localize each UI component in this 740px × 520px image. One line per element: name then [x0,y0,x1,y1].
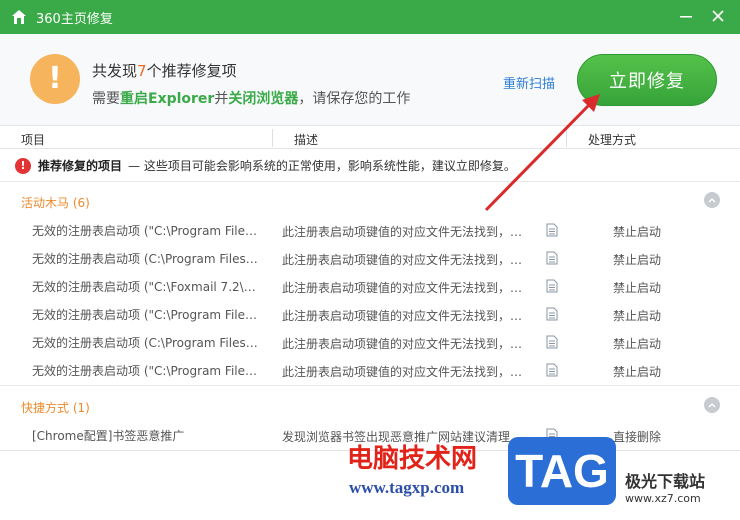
row-action[interactable]: 禁止启动 [613,223,661,240]
row-item: [Chrome配置]书签恶意推广 [32,429,185,443]
document-icon[interactable] [546,223,558,237]
row-action[interactable]: 禁止启动 [613,307,661,324]
table-row[interactable]: 无效的注册表启动项 ("C:\Program Files... 此注册表启动项键… [0,300,740,328]
scan-summary-panel: ! 共发现7个推荐修复项 需要重启Explorer并关闭浏览器，请保存您的工作 … [0,34,740,126]
section-title: 快捷方式 (1) [21,401,90,415]
table-row[interactable]: 无效的注册表启动项 ("C:\Program Files... 此注册表启动项键… [0,356,740,384]
column-item[interactable]: 项目 [21,131,45,148]
collapse-button[interactable] [704,397,720,413]
row-action[interactable]: 禁止启动 [613,335,661,352]
row-description: 此注册表启动项键值的对应文件无法找到，是... [282,337,532,351]
watermark-site-url: www.xz7.com [625,492,701,505]
summary-headline: 共发现7个推荐修复项 [92,62,237,80]
watermark-site: 极光下载站 [625,472,706,491]
close-icon [712,10,724,22]
recommendation-notice: ! 推荐修复的项目 — 这些项目可能会影响系统的正常使用，影响系统性能，建议立即… [0,150,740,182]
row-action[interactable]: 禁止启动 [613,279,661,296]
column-description[interactable]: 描述 [294,131,318,148]
row-item: 无效的注册表启动项 ("C:\Foxmail 7.2\F... [32,280,260,294]
document-icon[interactable] [546,251,558,265]
minimize-button[interactable] [676,6,696,26]
table-row[interactable]: 无效的注册表启动项 ("C:\Foxmail 7.2\F... 此注册表启动项键… [0,272,740,300]
document-icon[interactable] [546,307,558,321]
watermark-url: www.tagxp.com [349,478,465,497]
chevron-up-icon [708,402,716,408]
row-item: 无效的注册表启动项 ("C:\Program Files... [32,364,260,378]
rescan-link[interactable]: 重新扫描 [503,73,555,92]
document-icon[interactable] [546,279,558,293]
window-title: 360主页修复 [36,11,113,27]
row-description: 此注册表启动项键值的对应文件无法找到，是... [282,281,532,295]
row-description: 此注册表启动项键值的对应文件无法找到，是... [282,309,532,323]
fix-now-button[interactable]: 立即修复 [577,54,717,106]
row-item: 无效的注册表启动项 ("C:\Program Files... [32,308,260,322]
close-button[interactable] [708,6,728,26]
title-bar: 360主页修复 [0,0,740,34]
row-item: 无效的注册表启动项 ("C:\Program Files... [32,224,260,238]
watermark-tag-logo: TAG [508,437,616,505]
collapse-button[interactable] [704,192,720,208]
table-row[interactable]: 无效的注册表启动项 (C:\Program Files (... 此注册表启动项… [0,328,740,356]
row-action[interactable]: 禁止启动 [613,363,661,380]
alert-icon: ! [15,157,31,174]
section-trojan: 活动木马 (6) [0,186,740,214]
issue-count: 7 [137,62,147,80]
column-action[interactable]: 处理方式 [588,131,636,148]
row-action[interactable]: 禁止启动 [613,251,661,268]
row-action[interactable]: 直接删除 [613,428,661,445]
row-description: 此注册表启动项键值的对应文件无法找到，是... [282,225,532,239]
notice-description: — 这些项目可能会影响系统的正常使用，影响系统性能，建议立即修复。 [128,159,516,173]
document-icon[interactable] [546,363,558,377]
row-item: 无效的注册表启动项 (C:\Program Files (... [32,336,260,350]
row-item: 无效的注册表启动项 (C:\Program Files (... [32,252,260,266]
warning-icon: ! [30,54,80,104]
table-row[interactable]: 无效的注册表启动项 ("C:\Program Files... 此注册表启动项键… [0,216,740,244]
row-description: 此注册表启动项键值的对应文件无法找到，是... [282,253,532,267]
table-row[interactable]: 无效的注册表启动项 (C:\Program Files (... 此注册表启动项… [0,244,740,272]
column-header: 项目 描述 处理方式 [0,127,740,149]
document-icon[interactable] [546,335,558,349]
section-shortcut: 快捷方式 (1) [0,391,740,419]
chevron-up-icon [708,197,716,203]
minimize-icon [680,16,692,18]
watermark-cn: 电脑技术网 [347,444,478,474]
section-title: 活动木马 (6) [21,196,90,210]
notice-title: 推荐修复的项目 [38,159,123,173]
row-description: 此注册表启动项键值的对应文件无法找到，是... [282,365,532,379]
home-icon [12,10,26,24]
summary-instruction: 需要重启Explorer并关闭浏览器，请保存您的工作 [92,91,411,107]
